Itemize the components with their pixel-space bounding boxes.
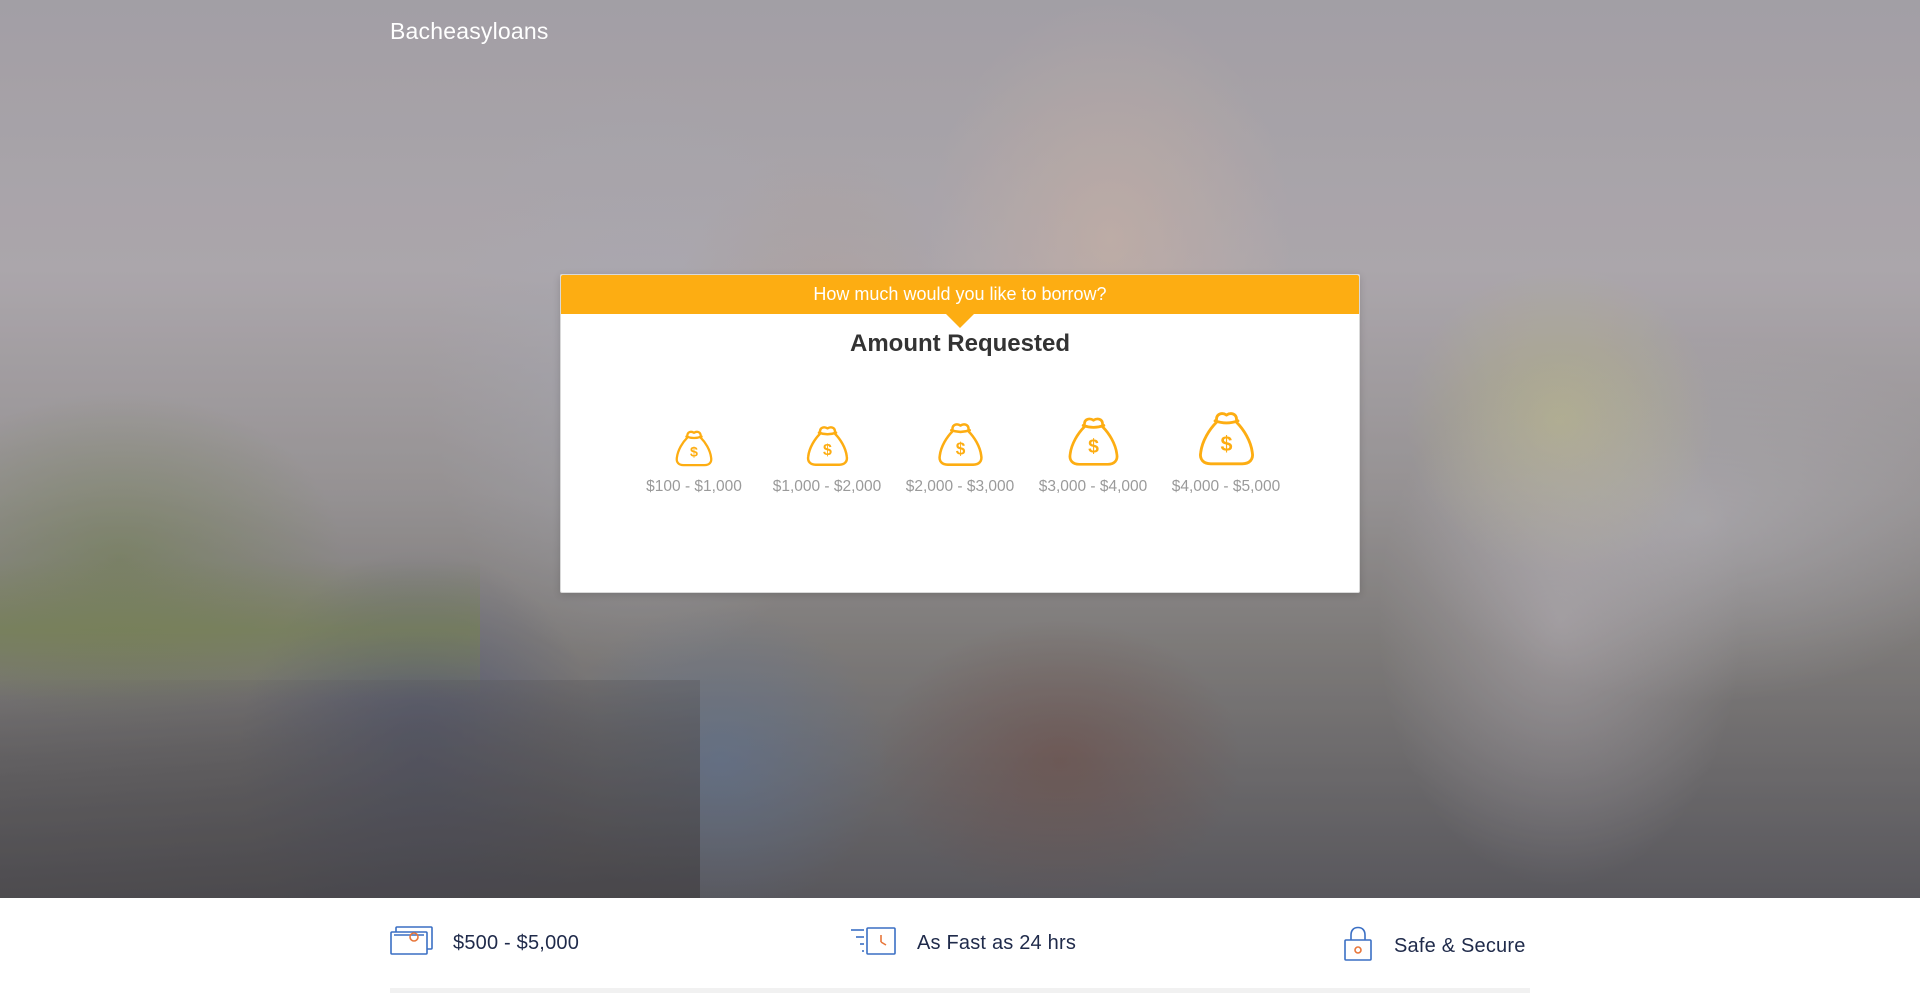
svg-text:$: $ xyxy=(823,441,832,459)
features-divider xyxy=(390,988,1530,993)
amount-option-4000-5000[interactable]: $ $4,000 - $5,000 xyxy=(1160,409,1293,496)
amount-options: $ $100 - $1,000 $ $1,000 - $2,000 $ $2,0… xyxy=(561,409,1359,496)
svg-text:$: $ xyxy=(955,438,965,458)
amount-option-1000-2000[interactable]: $ $1,000 - $2,000 xyxy=(761,409,894,496)
brand-logo[interactable]: Bacheasyloans xyxy=(390,18,549,45)
feature-amount-range: $500 - $5,000 xyxy=(390,926,579,961)
card-header-arrow xyxy=(946,314,974,328)
amount-option-label: $2,000 - $3,000 xyxy=(905,478,1015,495)
svg-text:$: $ xyxy=(1088,436,1099,458)
amount-option-2000-3000[interactable]: $ $2,000 - $3,000 xyxy=(894,409,1027,496)
feature-fast: As Fast as 24 hrs xyxy=(850,926,1076,961)
money-bag-icon: $ xyxy=(673,409,715,467)
money-bag-icon: $ xyxy=(1065,409,1122,467)
svg-text:$: $ xyxy=(1220,432,1232,456)
feature-secure: Safe & Secure xyxy=(1342,926,1526,967)
padlock-icon xyxy=(1342,926,1374,967)
card-header: How much would you like to borrow? xyxy=(561,275,1359,328)
card-title: Amount Requested xyxy=(849,330,1070,357)
amount-option-3000-4000[interactable]: $ $3,000 - $4,000 xyxy=(1027,409,1160,496)
cash-icon xyxy=(390,926,433,961)
fast-clock-icon xyxy=(850,926,897,961)
amount-option-label: $100 - $1,000 xyxy=(646,478,742,495)
money-bag-icon: $ xyxy=(1195,409,1258,467)
svg-text:$: $ xyxy=(690,445,698,461)
money-bag-icon: $ xyxy=(804,409,851,467)
amount-option-label: $4,000 - $5,000 xyxy=(1171,478,1281,495)
loan-amount-card: How much would you like to borrow? Amoun… xyxy=(560,274,1360,593)
amount-option-label: $1,000 - $2,000 xyxy=(772,478,882,495)
amount-option-100-1000[interactable]: $ $100 - $1,000 xyxy=(628,409,761,496)
feature-label: Safe & Secure xyxy=(1394,935,1526,957)
money-bag-icon: $ xyxy=(935,409,986,467)
feature-label: As Fast as 24 hrs xyxy=(917,932,1077,954)
card-header-text: How much would you like to borrow? xyxy=(813,284,1107,304)
feature-label: $500 - $5,000 xyxy=(453,932,580,954)
features-bar: $500 - $5,000 As Fast as 24 hrs Safe & S xyxy=(0,898,1920,993)
amount-option-label: $3,000 - $4,000 xyxy=(1038,478,1148,495)
